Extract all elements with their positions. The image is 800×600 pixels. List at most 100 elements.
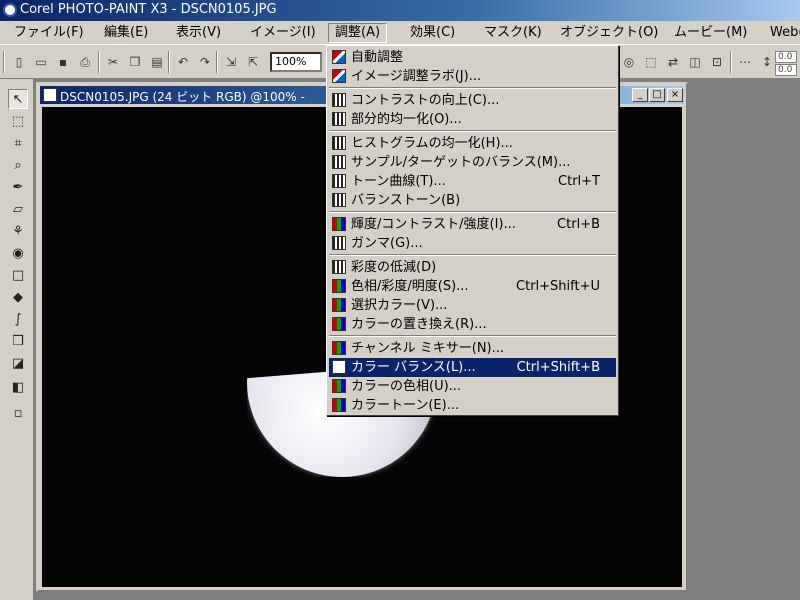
menu-item-color-hue[interactable]: カラーの色相(U)... — [329, 377, 616, 396]
redo-icon[interactable]: ↷ — [196, 53, 214, 71]
tone-curve-icon — [332, 174, 346, 188]
menu-bar: ファイル(F) 編集(E) 表示(V) イメージ(I) 調整(A) 効果(C) … — [0, 21, 800, 45]
corel-online-icon[interactable]: ◎ — [620, 53, 638, 71]
sample-target-icon — [332, 155, 346, 169]
export-icon[interactable]: ⇱ — [244, 53, 262, 71]
menu-item-label: 彩度の低減(D) — [351, 260, 437, 275]
menu-effects[interactable]: 効果(C) — [404, 23, 461, 43]
mask-tool-icon[interactable]: ⬚ — [642, 53, 660, 71]
pick-tool-icon[interactable]: ↖ — [8, 89, 28, 109]
menu-item-image-adjustment-lab[interactable]: イメージ調整ラボ(J)... — [329, 67, 616, 86]
menu-item-label: 選択カラー(V)... — [351, 298, 448, 313]
menu-item-label: カラーの色相(U)... — [351, 379, 462, 394]
menu-item-label: カラートーン(E)... — [351, 398, 460, 413]
offset-x-field[interactable]: 0.0 — [775, 51, 797, 63]
menu-item-local-equalization[interactable]: 部分的均一化(O)... — [329, 110, 616, 129]
menu-separator — [329, 130, 616, 132]
eyedropper-tool-icon[interactable]: ✒ — [8, 177, 28, 197]
menu-item-tone-curve[interactable]: トーン曲線(T)... Ctrl+T — [329, 172, 616, 191]
menu-item-label: ガンマ(G)... — [351, 236, 423, 251]
red-eye-tool-icon[interactable]: ◉ — [8, 243, 28, 263]
offset-icon[interactable]: ↕ — [758, 53, 776, 71]
menu-item-shortcut: Ctrl+B — [557, 217, 600, 232]
zoom-tool-icon[interactable]: ⌕ — [8, 155, 28, 175]
document-icon[interactable] — [43, 88, 57, 102]
constrain-icon[interactable]: ⋯ — [736, 53, 754, 71]
new-document-icon[interactable]: ▯ — [10, 53, 28, 71]
menu-item-shortcut: Ctrl+Shift+U — [516, 279, 600, 294]
menu-item-auto-adjust[interactable]: 自動調整 — [329, 48, 616, 67]
copy-icon[interactable]: ❐ — [126, 53, 144, 71]
menu-item-label: コントラストの向上(C)... — [351, 93, 500, 108]
brightness-contrast-icon — [332, 217, 346, 231]
contrast-icon — [332, 93, 346, 107]
menu-item-sample-target-balance[interactable]: サンプル/ターゲットのバランス(M)... — [329, 153, 616, 172]
menu-item-histogram-equalization[interactable]: ヒストグラムの均一化(H)... — [329, 134, 616, 153]
menu-item-label: バランストーン(B) — [351, 193, 461, 208]
menu-mask[interactable]: マスク(K) — [478, 23, 548, 43]
fill-tool-icon[interactable]: ◆ — [8, 287, 28, 307]
menu-adjust[interactable]: 調整(A) — [328, 23, 388, 43]
rectangle-mask-tool-icon[interactable]: ⬚ — [8, 111, 28, 131]
paste-icon[interactable]: ▤ — [148, 53, 166, 71]
menu-item-brightness-contrast-intensity[interactable]: 輝度/コントラスト/強度(I)... Ctrl+B — [329, 215, 616, 234]
rectangle-tool-icon[interactable]: □ — [8, 265, 28, 285]
eraser-tool-icon[interactable]: ▱ — [8, 199, 28, 219]
object-icon[interactable]: ◫ — [686, 53, 704, 71]
close-button[interactable]: × — [667, 88, 683, 102]
menu-item-color-balance[interactable]: カラー バランス(L)... Ctrl+Shift+B — [329, 358, 616, 377]
menu-item-gamma[interactable]: ガンマ(G)... — [329, 234, 616, 253]
menu-separator — [329, 254, 616, 256]
adjust-menu-dropdown: 自動調整 イメージ調整ラボ(J)... コントラストの向上(C)... 部分的均… — [326, 45, 619, 416]
brush-tool-icon[interactable]: ∫ — [8, 309, 28, 329]
background-color-icon[interactable]: ▫ — [8, 403, 28, 423]
histogram-icon — [332, 136, 346, 150]
menu-item-contrast-enhancement[interactable]: コントラストの向上(C)... — [329, 91, 616, 110]
zoom-level-input[interactable]: 100% — [270, 52, 322, 72]
open-icon[interactable]: ▭ — [32, 53, 50, 71]
menu-image[interactable]: イメージ(I) — [244, 23, 322, 43]
menu-item-hue-saturation-lightness[interactable]: 色相/彩度/明度(S)... Ctrl+Shift+U — [329, 277, 616, 296]
menu-item-color-tone[interactable]: カラートーン(E)... — [329, 396, 616, 415]
toolbar-separator — [730, 51, 732, 73]
toolbar-separator — [168, 51, 170, 73]
clone-tool-icon[interactable]: ⚘ — [8, 221, 28, 241]
color-hue-icon — [332, 379, 346, 393]
menu-file[interactable]: ファイル(F) — [8, 23, 90, 43]
interactive-fill-tool-icon[interactable]: ◪ — [8, 353, 28, 373]
menu-item-label: カラー バランス(L)... — [351, 360, 476, 375]
corel-app-icon[interactable] — [3, 3, 17, 17]
menu-item-selective-color[interactable]: 選択カラー(V)... — [329, 296, 616, 315]
menu-object[interactable]: オブジェクト(O) — [554, 23, 664, 43]
desaturate-icon — [332, 260, 346, 274]
menu-item-desaturate[interactable]: 彩度の低減(D) — [329, 258, 616, 277]
menu-web[interactable]: Web( — [764, 23, 800, 43]
print-icon[interactable]: ⎙ — [76, 53, 94, 71]
menu-item-label: 自動調整 — [351, 50, 404, 65]
menu-item-replace-colors[interactable]: カラーの置き換え(R)... — [329, 315, 616, 334]
menu-view[interactable]: 表示(V) — [170, 23, 227, 43]
import-icon[interactable]: ⇲ — [222, 53, 240, 71]
undo-icon[interactable]: ↶ — [174, 53, 192, 71]
color-swatches-icon[interactable]: ◧ — [8, 377, 28, 397]
menu-item-label: ヒストグラムの均一化(H)... — [351, 136, 513, 151]
offset-y-field[interactable]: 0.0 — [775, 64, 797, 76]
crop-tool-icon[interactable]: ⌗ — [8, 133, 28, 153]
cut-icon[interactable]: ✂ — [104, 53, 122, 71]
menu-movie[interactable]: ムービー(M) — [668, 23, 753, 43]
document-title: DSCN0105.JPG (24 ビット RGB) @100% - — [60, 90, 305, 104]
menu-edit[interactable]: 編集(E) — [98, 23, 154, 43]
maximize-button[interactable]: □ — [649, 88, 665, 102]
menu-item-label: 輝度/コントラスト/強度(I)... — [351, 217, 516, 232]
menu-item-shortcut: Ctrl+Shift+B — [516, 360, 600, 375]
minimize-button[interactable]: _ — [632, 88, 648, 102]
menu-item-balance-tone[interactable]: バランストーン(B) — [329, 191, 616, 210]
menu-item-channel-mixer[interactable]: チャンネル ミキサー(N)... — [329, 339, 616, 358]
menu-item-label: トーン曲線(T)... — [351, 174, 446, 189]
menu-item-label: 部分的均一化(O)... — [351, 112, 462, 127]
effect-tool-icon[interactable]: ❒ — [8, 331, 28, 351]
transform-icon[interactable]: ⇄ — [664, 53, 682, 71]
position-icon[interactable]: ⊡ — [708, 53, 726, 71]
save-icon[interactable]: ▪ — [54, 53, 72, 71]
toolbar-grip — [3, 51, 5, 73]
